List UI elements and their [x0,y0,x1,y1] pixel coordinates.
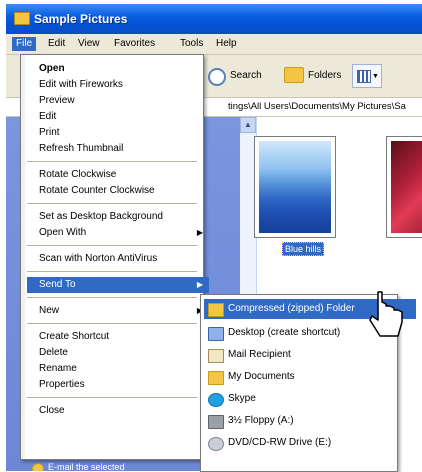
menu-item-rename[interactable]: Rename [27,361,209,377]
menu-separator [27,271,197,272]
thumbnail-label[interactable]: Blue hills [282,242,325,256]
menu-strip [21,55,25,459]
hand-cursor-icon [369,291,403,337]
search-icon[interactable] [208,68,226,86]
submenu-arrow-icon: ▶ [196,228,203,237]
menu-item-properties[interactable]: Properties [27,377,209,393]
menu-item-close[interactable]: Close [27,403,209,419]
send-to-my-documents[interactable]: My Documents [204,367,416,387]
search-button[interactable]: Search [230,70,262,81]
menu-item-print[interactable]: Print [27,125,209,141]
chevron-down-icon: ▼ [372,73,379,80]
skype-icon [208,393,224,407]
task-email-label: E-mail the selected [48,462,125,471]
menu-separator [27,161,197,162]
menu-help[interactable]: Help [212,37,241,51]
thumbnail-sunset[interactable] [386,136,422,238]
menu-separator [27,297,197,298]
mail-icon [208,349,224,363]
send-to-dvd[interactable]: DVD/CD-RW Drive (E:) [204,433,416,453]
zip-folder-icon [208,303,224,317]
menu-item-edit-with-fireworks[interactable]: Edit with Fireworks [27,77,209,93]
menu-item-edit[interactable]: Edit [27,109,209,125]
menu-separator [27,245,197,246]
thumbnail-blue-hills[interactable] [254,136,336,238]
menu-bar: File Edit View Favorites Tools Help [6,34,422,55]
folders-button[interactable]: Folders [308,70,341,81]
menu-edit[interactable]: Edit [44,37,69,51]
send-to-mail-recipient-label: Mail Recipient [228,349,291,360]
menu-item-create-shortcut[interactable]: Create Shortcut [27,329,209,345]
menu-view[interactable]: View [74,37,104,51]
menu-item-preview[interactable]: Preview [27,93,209,109]
scroll-up-button[interactable]: ▲ [240,117,256,133]
sunset-image [391,141,422,233]
floppy-icon [208,415,224,429]
views-icon [357,70,371,83]
title-bar[interactable]: Sample Pictures [6,4,422,34]
menu-item-open-with-label: Open With [39,227,87,238]
menu-item-rotate-counter-clockwise[interactable]: Rotate Counter Clockwise [27,183,209,199]
task-email[interactable]: E-mail the selected [28,462,208,471]
email-icon [32,463,44,471]
send-to-my-documents-label: My Documents [228,371,295,382]
menu-item-open[interactable]: Open [27,61,209,77]
window-title: Sample Pictures [34,12,128,26]
menu-tools[interactable]: Tools [176,37,207,51]
menu-item-scan-norton[interactable]: Scan with Norton AntiVirus [27,251,209,267]
menu-item-open-with[interactable]: Open With ▶ [27,225,209,241]
menu-item-rotate-clockwise[interactable]: Rotate Clockwise [27,167,209,183]
send-to-mail-recipient[interactable]: Mail Recipient [204,345,416,365]
menu-item-new[interactable]: New ▶ [27,303,209,319]
folders-icon[interactable] [284,67,304,83]
menu-item-send-to[interactable]: Send To ▶ [27,277,209,293]
menu-separator [27,323,197,324]
send-to-compressed-folder-label: Compressed (zipped) Folder [228,303,355,314]
folder-icon [14,12,30,25]
desktop-icon [208,327,224,341]
send-to-floppy-label: 3½ Floppy (A:) [228,415,294,426]
address-path: tings\All Users\Documents\My Pictures\Sa [228,101,406,112]
menu-item-set-desktop-background[interactable]: Set as Desktop Background [27,209,209,225]
send-to-floppy[interactable]: 3½ Floppy (A:) [204,411,416,431]
menu-separator [27,397,197,398]
send-to-skype[interactable]: Skype [204,389,416,409]
views-button[interactable]: ▼ [352,64,382,88]
blue-hills-image [259,141,331,233]
menu-item-new-label: New [39,305,60,316]
documents-folder-icon [208,371,224,385]
submenu-arrow-icon: ▶ [196,280,203,289]
menu-file[interactable]: File [12,37,37,51]
menu-item-refresh-thumbnail[interactable]: Refresh Thumbnail [27,141,209,157]
file-menu: Open Edit with Fireworks Preview Edit Pr… [20,54,209,460]
send-to-dvd-label: DVD/CD-RW Drive (E:) [228,437,332,448]
menu-separator [27,203,197,204]
menu-favorites[interactable]: Favorites [110,37,159,51]
send-to-desktop-label: Desktop (create shortcut) [228,327,341,338]
send-to-skype-label: Skype [228,393,256,404]
menu-item-send-to-label: Send To [39,279,76,290]
menu-item-delete[interactable]: Delete [27,345,209,361]
disc-drive-icon [208,437,224,451]
